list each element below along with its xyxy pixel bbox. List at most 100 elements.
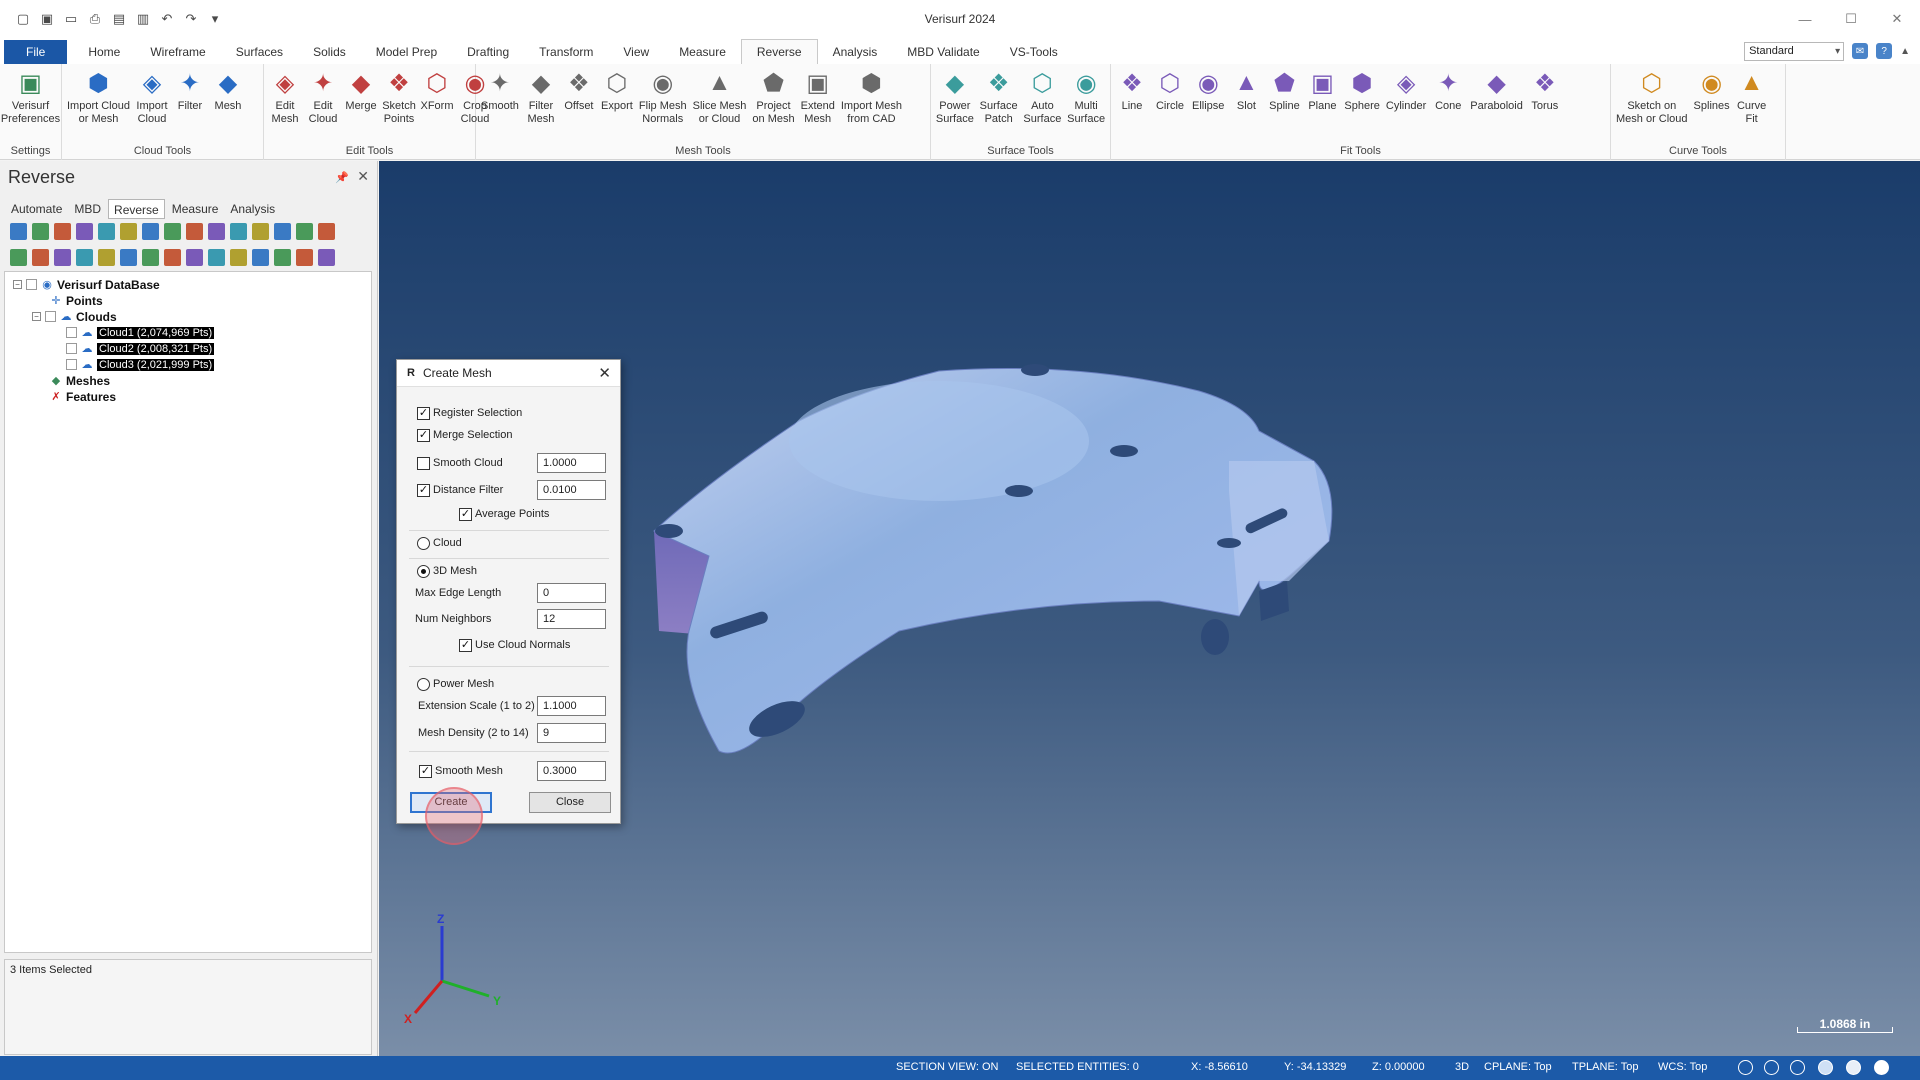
register-selection-row[interactable]: ✓ Register Selection [417, 402, 642, 424]
panel-tool-icon[interactable] [10, 249, 27, 266]
panel-tab-reverse[interactable]: Reverse [108, 199, 165, 219]
globe-icon[interactable] [1764, 1060, 1779, 1075]
panel-tool-icon[interactable] [186, 249, 203, 266]
minimize-icon[interactable]: — [1782, 0, 1828, 38]
panel-tab-mbd[interactable]: MBD [69, 199, 106, 219]
print-icon[interactable]: ⎙ [86, 10, 104, 28]
customize-qat-icon[interactable]: ▾ [206, 10, 224, 28]
collapse-ribbon-icon[interactable]: ▲ [1900, 46, 1910, 57]
distance-filter-row[interactable]: ✓ Distance Filter [417, 479, 642, 501]
average-points-row[interactable]: ✓ Average Points [459, 503, 684, 525]
panel-tool-icon[interactable] [98, 223, 115, 240]
panel-tool-icon[interactable] [120, 249, 137, 266]
tab-model-prep[interactable]: Model Prep [361, 40, 452, 64]
tab-reverse[interactable]: Reverse [740, 39, 818, 64]
panel-tool-icon[interactable] [54, 249, 71, 266]
distance-filter-checkbox[interactable]: ✓ [417, 483, 430, 497]
tree-node-points[interactable]: ✛ Points [50, 293, 102, 308]
panel-tool-icon[interactable] [142, 249, 159, 266]
panel-tool-icon[interactable] [296, 249, 313, 266]
mesh-3d-row[interactable]: 3D Mesh [417, 560, 642, 582]
panel-tool-icon[interactable] [230, 249, 247, 266]
sphere-shade-icon[interactable] [1874, 1060, 1889, 1075]
panel-tool-icon[interactable] [164, 223, 181, 240]
view-mode-status[interactable]: 3D [1455, 1061, 1469, 1073]
panel-tool-icon[interactable] [32, 249, 49, 266]
panel-tool-icon[interactable] [54, 223, 71, 240]
tab-drafting[interactable]: Drafting [452, 40, 524, 64]
panel-tool-icon[interactable] [318, 249, 335, 266]
sphere-shade-icon[interactable] [1846, 1060, 1861, 1075]
power-mesh-row[interactable]: Power Mesh [417, 673, 642, 695]
tree-checkbox[interactable] [26, 279, 37, 290]
close-button[interactable]: Close [529, 792, 611, 813]
panel-tool-icon[interactable] [252, 249, 269, 266]
tab-analysis[interactable]: Analysis [818, 40, 893, 64]
smooth-cloud-row[interactable]: Smooth Cloud [417, 452, 642, 474]
panel-tool-icon[interactable] [274, 249, 291, 266]
tab-solids[interactable]: Solids [298, 40, 361, 64]
smooth-cloud-input[interactable]: 1.0000 [537, 453, 606, 473]
comment-icon[interactable]: ✉ [1852, 43, 1869, 59]
panel-tool-icon[interactable] [274, 223, 291, 240]
section-view-status[interactable]: SECTION VIEW: ON [896, 1061, 998, 1073]
panel-tool-icon[interactable] [142, 223, 159, 240]
help-icon[interactable]: ? [1876, 43, 1893, 59]
tree-node-cloud3[interactable]: ☁ Cloud3 (2,021,999 Pts) [66, 357, 215, 372]
tree-node-cloud1[interactable]: ☁ Cloud1 (2,074,969 Pts) [66, 325, 215, 340]
panel-tool-icon[interactable] [120, 223, 137, 240]
tree-node-features[interactable]: ✗ Features [50, 389, 116, 404]
cloud-option-row[interactable]: Cloud [417, 532, 642, 554]
dialog-close-icon[interactable]: ✕ [598, 364, 611, 382]
panel-tool-icon[interactable] [186, 223, 203, 240]
panel-tool-icon[interactable] [208, 223, 225, 240]
cloud-radio[interactable] [417, 536, 430, 550]
num-neighbors-input[interactable]: 12 [537, 609, 606, 629]
tab-wireframe[interactable]: Wireframe [135, 40, 220, 64]
tab-home[interactable]: Home [73, 40, 135, 64]
open-folder-icon[interactable]: ▭ [62, 10, 80, 28]
tree-checkbox[interactable] [66, 343, 77, 354]
wcs-status[interactable]: WCS: Top [1658, 1061, 1707, 1073]
max-edge-length-input[interactable]: 0 [537, 583, 606, 603]
selected-entities-status[interactable]: SELECTED ENTITIES: 0 [1016, 1061, 1139, 1073]
panel-tool-icon[interactable] [230, 223, 247, 240]
merge-selection-row[interactable]: ✓ Merge Selection [417, 424, 642, 446]
tplane-status[interactable]: TPLANE: Top [1572, 1061, 1638, 1073]
smooth-mesh-input[interactable]: 0.3000 [537, 761, 606, 781]
save-icon[interactable]: ▣ [38, 10, 56, 28]
globe-icon[interactable] [1790, 1060, 1805, 1075]
panel-tool-icon[interactable] [164, 249, 181, 266]
distance-filter-input[interactable]: 0.0100 [537, 480, 606, 500]
average-points-checkbox[interactable]: ✓ [459, 507, 472, 521]
panel-tool-icon[interactable] [208, 249, 225, 266]
collapse-icon[interactable]: − [13, 280, 22, 289]
panel-tool-icon[interactable] [32, 223, 49, 240]
smooth-mesh-row[interactable]: ✓ Smooth Mesh [419, 760, 644, 782]
undo-icon[interactable]: ↶ [158, 10, 176, 28]
panel-close-icon[interactable]: ✕ [357, 168, 369, 185]
tab-file[interactable]: File [4, 40, 68, 64]
panel-tool-icon[interactable] [76, 249, 93, 266]
tree-node-cloud2[interactable]: ☁ Cloud2 (2,008,321 Pts) [66, 341, 215, 356]
tab-measure[interactable]: Measure [664, 40, 741, 64]
panel-tool-icon[interactable] [10, 223, 27, 240]
redo-icon[interactable]: ↷ [182, 10, 200, 28]
collapse-icon[interactable]: − [32, 312, 41, 321]
extension-scale-input[interactable]: 1.1000 [537, 696, 606, 716]
folder-icon[interactable]: ▥ [134, 10, 152, 28]
tab-surfaces[interactable]: Surfaces [221, 40, 298, 64]
maximize-icon[interactable]: ☐ [1828, 0, 1874, 38]
panel-tab-analysis[interactable]: Analysis [225, 199, 280, 219]
register-selection-checkbox[interactable]: ✓ [417, 406, 430, 420]
smooth-cloud-checkbox[interactable] [417, 456, 430, 470]
tree-node-root[interactable]: − ◉ Verisurf DataBase [13, 277, 160, 292]
new-file-icon[interactable]: ▢ [14, 10, 32, 28]
smooth-mesh-checkbox[interactable]: ✓ [419, 764, 432, 778]
panel-tool-icon[interactable] [98, 249, 115, 266]
tab-transform[interactable]: Transform [524, 40, 608, 64]
mesh-3d-radio[interactable] [417, 564, 430, 578]
sphere-shade-icon[interactable] [1818, 1060, 1833, 1075]
panel-tool-icon[interactable] [76, 223, 93, 240]
tree-node-meshes[interactable]: ◆ Meshes [50, 373, 110, 388]
